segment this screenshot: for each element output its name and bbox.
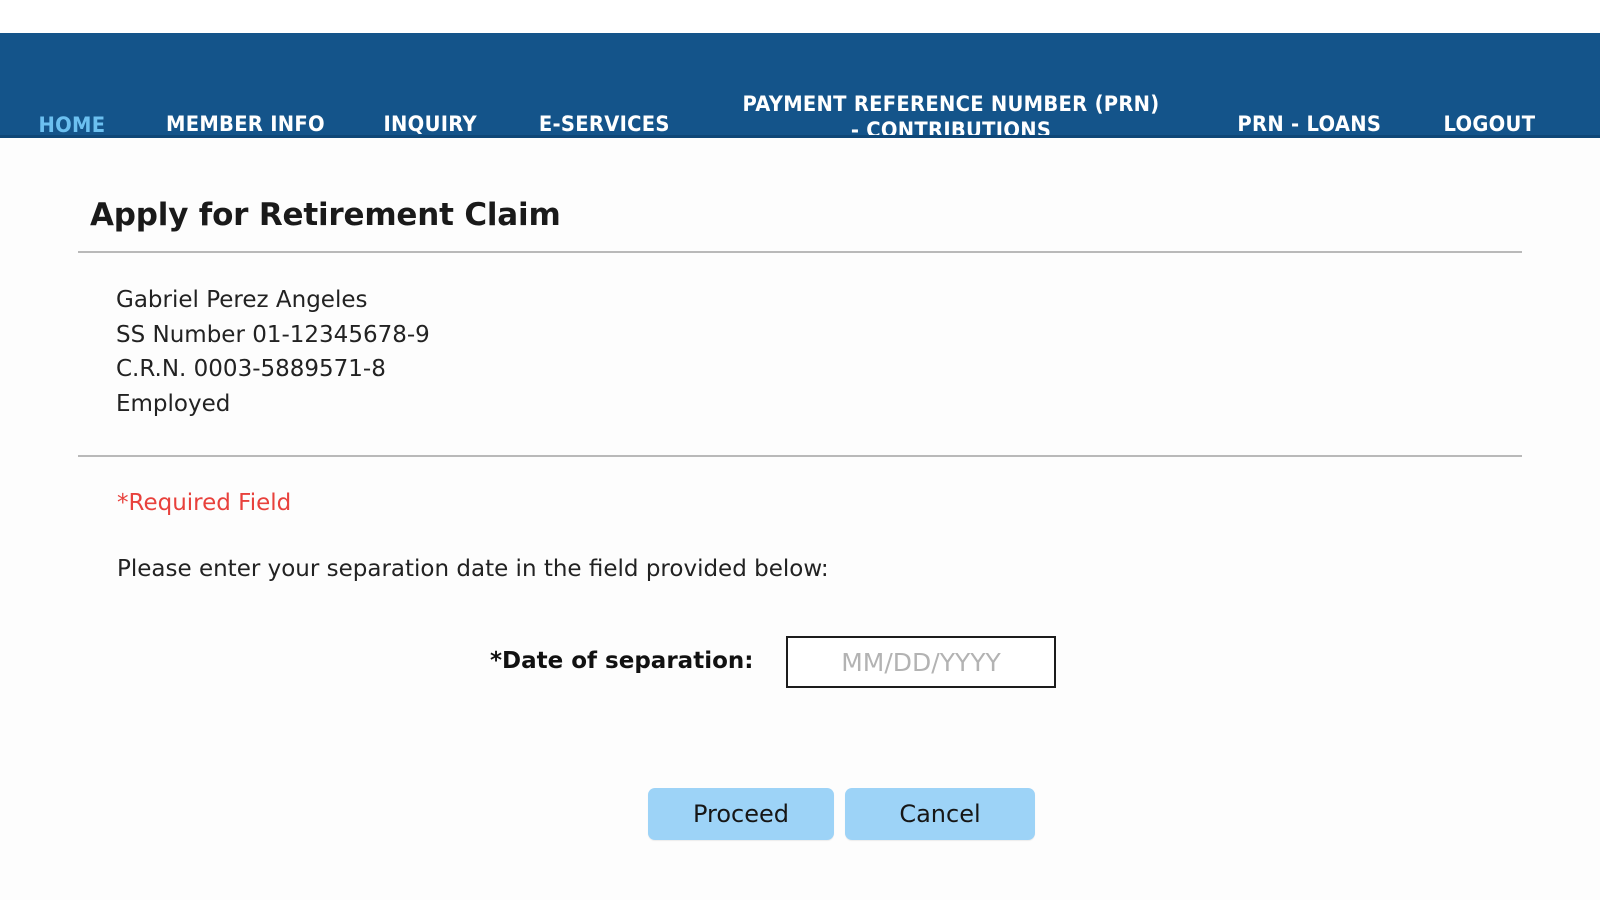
main-navigation-bar: HOME MEMBER INFO INQUIRY E-SERVICES PAYM… [0, 33, 1600, 142]
instruction-text: Please enter your separation date in the… [117, 556, 829, 582]
nav-item-e-services[interactable]: E-SERVICES [539, 111, 670, 137]
proceed-button[interactable]: Proceed [648, 788, 834, 840]
form-actions: Proceed Cancel [0, 788, 1600, 848]
divider-top [78, 251, 1522, 253]
required-field-note: *Required Field [117, 490, 292, 516]
divider-bottom [78, 455, 1522, 457]
member-ss-number: SS Number 01-12345678-9 [116, 321, 430, 348]
nav-item-prn-loans[interactable]: PRN - LOANS [1237, 111, 1381, 137]
member-info-block: Gabriel Perez Angeles SS Number 01-12345… [116, 283, 430, 421]
date-of-separation-label: *Date of separation: [490, 648, 754, 674]
nav-item-inquiry[interactable]: INQUIRY [384, 111, 477, 137]
date-of-separation-row: *Date of separation: [0, 636, 1600, 694]
member-status: Employed [116, 390, 231, 417]
nav-item-member-info[interactable]: MEMBER INFO [166, 111, 325, 137]
cancel-button[interactable]: Cancel [845, 788, 1035, 840]
member-crn: C.R.N. 0003-5889571-8 [116, 356, 386, 382]
nav-item-home[interactable]: HOME [39, 112, 106, 138]
nav-item-logout[interactable]: LOGOUT [1443, 111, 1535, 137]
top-white-strip [0, 0, 1600, 33]
main-content: Apply for Retirement Claim Gabriel Perez… [0, 138, 1600, 900]
member-name: Gabriel Perez Angeles [116, 287, 368, 313]
page-root: HOME MEMBER INFO INQUIRY E-SERVICES PAYM… [0, 0, 1600, 900]
nav-item-prn-contributions[interactable]: PAYMENT REFERENCE NUMBER (PRN) - CONTRIB… [738, 91, 1164, 144]
page-title: Apply for Retirement Claim [90, 196, 561, 233]
date-of-separation-input[interactable] [786, 636, 1056, 688]
